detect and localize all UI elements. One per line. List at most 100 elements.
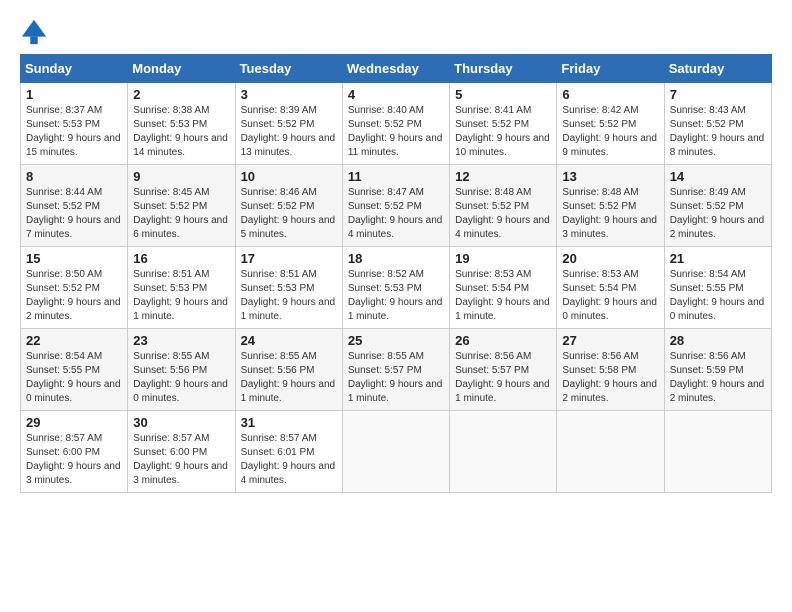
calendar-table: SundayMondayTuesdayWednesdayThursdayFrid… <box>20 54 772 493</box>
day-info: Sunrise: 8:53 AM Sunset: 5:54 PM Dayligh… <box>562 268 658 324</box>
calendar-cell: 30Sunrise: 8:57 AM Sunset: 6:00 PM Dayli… <box>128 411 235 493</box>
calendar-header-tuesday: Tuesday <box>235 55 342 83</box>
calendar-week-row: 15 Sunrise: 8:50 AM Sunset: 5:52 PM Dayli… <box>21 247 772 329</box>
calendar-cell <box>557 411 664 493</box>
day-info: Sunrise: 8:38 AM Sunset: 5:53 PM Dayligh… <box>133 104 229 160</box>
calendar-cell: 20 Sunrise: 8:53 AM Sunset: 5:54 PM Dayli… <box>557 247 664 329</box>
calendar-cell: 11 Sunrise: 8:47 AM Sunset: 5:52 PM Dayli… <box>342 165 449 247</box>
calendar-cell: 6 Sunrise: 8:42 AM Sunset: 5:52 PM Daylig… <box>557 83 664 165</box>
calendar-cell: 26 Sunrise: 8:56 AM Sunset: 5:57 PM Dayli… <box>450 329 557 411</box>
calendar-cell: 3 Sunrise: 8:39 AM Sunset: 5:52 PM Daylig… <box>235 83 342 165</box>
day-info: Sunrise: 8:49 AM Sunset: 5:52 PM Dayligh… <box>670 186 766 242</box>
day-number: 21 <box>670 251 766 266</box>
calendar-cell: 13 Sunrise: 8:48 AM Sunset: 5:52 PM Dayli… <box>557 165 664 247</box>
calendar-cell: 15 Sunrise: 8:50 AM Sunset: 5:52 PM Dayli… <box>21 247 128 329</box>
calendar-header-sunday: Sunday <box>21 55 128 83</box>
day-number: 3 <box>241 87 337 102</box>
calendar-cell: 29Sunrise: 8:57 AM Sunset: 6:00 PM Dayli… <box>21 411 128 493</box>
day-number: 24 <box>241 333 337 348</box>
calendar-header-thursday: Thursday <box>450 55 557 83</box>
day-number: 11 <box>348 169 444 184</box>
day-number: 30 <box>133 415 229 430</box>
day-info: Sunrise: 8:44 AM Sunset: 5:52 PM Dayligh… <box>26 186 122 242</box>
calendar-cell: 8 Sunrise: 8:44 AM Sunset: 5:52 PM Daylig… <box>21 165 128 247</box>
day-info: Sunrise: 8:56 AM Sunset: 5:58 PM Dayligh… <box>562 350 658 406</box>
calendar-header-wednesday: Wednesday <box>342 55 449 83</box>
calendar-header-monday: Monday <box>128 55 235 83</box>
calendar-cell: 5Sunrise: 8:41 AM Sunset: 5:52 PM Daylig… <box>450 83 557 165</box>
day-number: 26 <box>455 333 551 348</box>
day-info: Sunrise: 8:47 AM Sunset: 5:52 PM Dayligh… <box>348 186 444 242</box>
page: SundayMondayTuesdayWednesdayThursdayFrid… <box>0 0 792 612</box>
day-number: 13 <box>562 169 658 184</box>
day-info: Sunrise: 8:54 AM Sunset: 5:55 PM Dayligh… <box>670 268 766 324</box>
day-info: Sunrise: 8:55 AM Sunset: 5:56 PM Dayligh… <box>241 350 337 406</box>
day-info: Sunrise: 8:56 AM Sunset: 5:57 PM Dayligh… <box>455 350 551 406</box>
day-number: 29 <box>26 415 122 430</box>
day-number: 19 <box>455 251 551 266</box>
day-number: 15 <box>26 251 122 266</box>
day-number: 8 <box>26 169 122 184</box>
day-number: 25 <box>348 333 444 348</box>
day-info: Sunrise: 8:52 AM Sunset: 5:53 PM Dayligh… <box>348 268 444 324</box>
day-number: 7 <box>670 87 766 102</box>
day-info: Sunrise: 8:50 AM Sunset: 5:52 PM Dayligh… <box>26 268 122 324</box>
day-info: Sunrise: 8:43 AM Sunset: 5:52 PM Dayligh… <box>670 104 766 160</box>
calendar-cell: 19 Sunrise: 8:53 AM Sunset: 5:54 PM Dayli… <box>450 247 557 329</box>
calendar-cell <box>664 411 771 493</box>
calendar-cell: 25 Sunrise: 8:55 AM Sunset: 5:57 PM Dayli… <box>342 329 449 411</box>
calendar-cell: 18 Sunrise: 8:52 AM Sunset: 5:53 PM Dayli… <box>342 247 449 329</box>
day-number: 18 <box>348 251 444 266</box>
day-number: 22 <box>26 333 122 348</box>
day-number: 12 <box>455 169 551 184</box>
calendar-cell: 23Sunrise: 8:55 AM Sunset: 5:56 PM Dayli… <box>128 329 235 411</box>
calendar-cell: 9 Sunrise: 8:45 AM Sunset: 5:52 PM Daylig… <box>128 165 235 247</box>
day-number: 23 <box>133 333 229 348</box>
day-number: 20 <box>562 251 658 266</box>
calendar-week-row: 1 Sunrise: 8:37 AM Sunset: 5:53 PM Daylig… <box>21 83 772 165</box>
calendar-cell: 24 Sunrise: 8:55 AM Sunset: 5:56 PM Dayli… <box>235 329 342 411</box>
day-info: Sunrise: 8:42 AM Sunset: 5:52 PM Dayligh… <box>562 104 658 160</box>
day-number: 14 <box>670 169 766 184</box>
day-info: Sunrise: 8:45 AM Sunset: 5:52 PM Dayligh… <box>133 186 229 242</box>
day-number: 1 <box>26 87 122 102</box>
calendar-cell: 17 Sunrise: 8:51 AM Sunset: 5:53 PM Dayli… <box>235 247 342 329</box>
logo-icon <box>20 18 48 46</box>
day-info: Sunrise: 8:57 AM Sunset: 6:01 PM Dayligh… <box>241 432 337 488</box>
calendar-header-row: SundayMondayTuesdayWednesdayThursdayFrid… <box>21 55 772 83</box>
day-number: 17 <box>241 251 337 266</box>
day-info: Sunrise: 8:48 AM Sunset: 5:52 PM Dayligh… <box>562 186 658 242</box>
day-info: Sunrise: 8:54 AM Sunset: 5:55 PM Dayligh… <box>26 350 122 406</box>
day-number: 4 <box>348 87 444 102</box>
day-info: Sunrise: 8:41 AM Sunset: 5:52 PM Dayligh… <box>455 104 551 160</box>
calendar-cell <box>342 411 449 493</box>
day-info: Sunrise: 8:37 AM Sunset: 5:53 PM Dayligh… <box>26 104 122 160</box>
day-number: 27 <box>562 333 658 348</box>
calendar-cell: 2 Sunrise: 8:38 AM Sunset: 5:53 PM Daylig… <box>128 83 235 165</box>
calendar-cell: 21 Sunrise: 8:54 AM Sunset: 5:55 PM Dayli… <box>664 247 771 329</box>
calendar-header-saturday: Saturday <box>664 55 771 83</box>
day-number: 2 <box>133 87 229 102</box>
day-number: 31 <box>241 415 337 430</box>
calendar-cell <box>450 411 557 493</box>
calendar-cell: 10Sunrise: 8:46 AM Sunset: 5:52 PM Dayli… <box>235 165 342 247</box>
day-number: 9 <box>133 169 229 184</box>
day-number: 10 <box>241 169 337 184</box>
calendar-cell: 1 Sunrise: 8:37 AM Sunset: 5:53 PM Daylig… <box>21 83 128 165</box>
calendar-cell: 28Sunrise: 8:56 AM Sunset: 5:59 PM Dayli… <box>664 329 771 411</box>
calendar-cell: 22 Sunrise: 8:54 AM Sunset: 5:55 PM Dayli… <box>21 329 128 411</box>
calendar-cell: 4 Sunrise: 8:40 AM Sunset: 5:52 PM Daylig… <box>342 83 449 165</box>
calendar-cell: 16Sunrise: 8:51 AM Sunset: 5:53 PM Dayli… <box>128 247 235 329</box>
day-info: Sunrise: 8:40 AM Sunset: 5:52 PM Dayligh… <box>348 104 444 160</box>
header <box>20 18 772 46</box>
day-info: Sunrise: 8:48 AM Sunset: 5:52 PM Dayligh… <box>455 186 551 242</box>
calendar-week-row: 22 Sunrise: 8:54 AM Sunset: 5:55 PM Dayli… <box>21 329 772 411</box>
day-info: Sunrise: 8:51 AM Sunset: 5:53 PM Dayligh… <box>133 268 229 324</box>
calendar-cell: 14 Sunrise: 8:49 AM Sunset: 5:52 PM Dayli… <box>664 165 771 247</box>
day-number: 6 <box>562 87 658 102</box>
day-info: Sunrise: 8:39 AM Sunset: 5:52 PM Dayligh… <box>241 104 337 160</box>
calendar-cell: 12 Sunrise: 8:48 AM Sunset: 5:52 PM Dayli… <box>450 165 557 247</box>
day-info: Sunrise: 8:55 AM Sunset: 5:57 PM Dayligh… <box>348 350 444 406</box>
day-info: Sunrise: 8:51 AM Sunset: 5:53 PM Dayligh… <box>241 268 337 324</box>
day-info: Sunrise: 8:53 AM Sunset: 5:54 PM Dayligh… <box>455 268 551 324</box>
